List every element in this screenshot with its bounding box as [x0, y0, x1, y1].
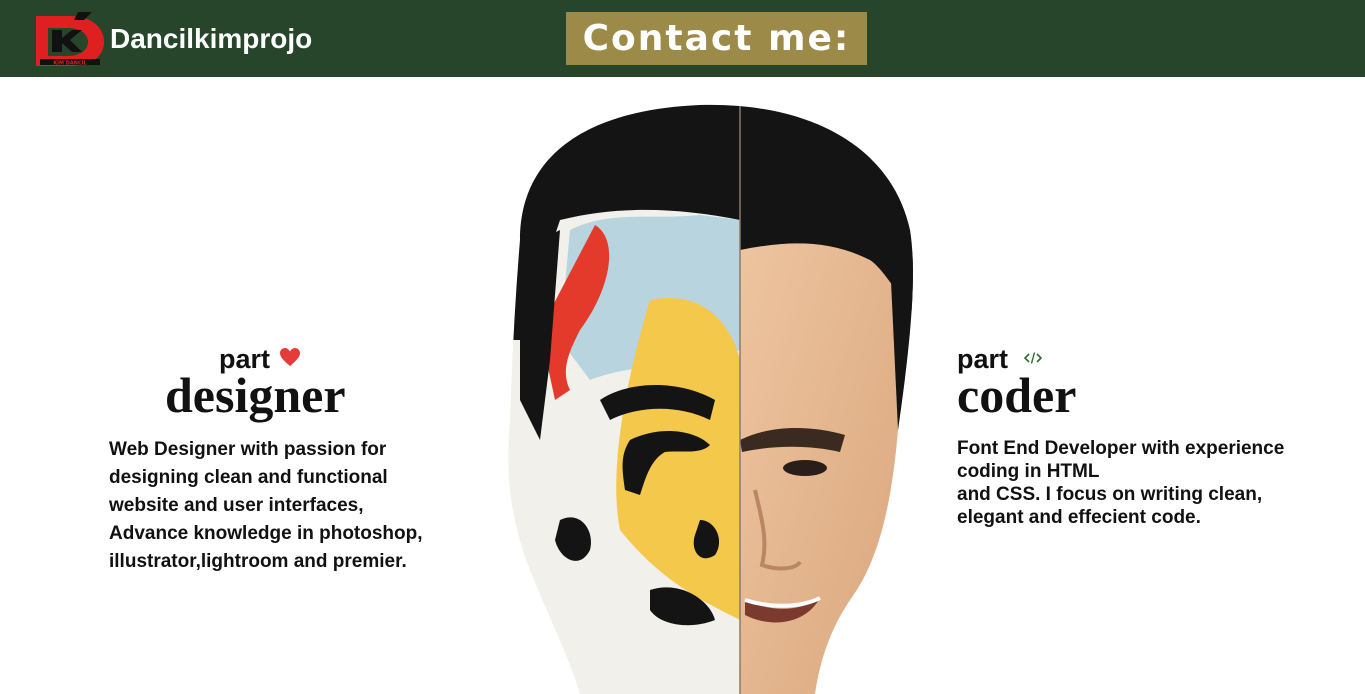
coder-desc-line: and CSS. I focus on writing clean,: [957, 484, 1263, 505]
contact-me-button[interactable]: Contact me:: [566, 12, 867, 65]
designer-heading: designer: [165, 367, 346, 423]
designer-desc-line: Advance knowledge in photoshop,: [109, 523, 423, 544]
site-brand-name[interactable]: Dancilkimprojo: [110, 21, 312, 57]
svg-text:KIM DANCIL: KIM DANCIL: [53, 61, 87, 67]
half-painted-face-portrait: [508, 104, 913, 694]
code-icon: [1024, 352, 1042, 364]
coder-desc-line: coding in HTML: [957, 461, 1100, 482]
coder-desc-line: elegant and effecient code.: [957, 507, 1201, 528]
coder-desc-line: Font End Developer with experience: [957, 438, 1285, 459]
designer-desc-line: Web Designer with passion for: [109, 439, 387, 460]
designer-desc-line: illustrator,lightroom and premier.: [109, 551, 407, 572]
dk-logo-icon[interactable]: KIM DANCIL: [34, 10, 106, 68]
page: KIM DANCIL Dancilkimprojo Contact me: pa…: [0, 0, 1365, 694]
designer-description: Web Designer with passion for designing …: [109, 436, 479, 576]
coder-heading: coder: [957, 367, 1077, 423]
designer-desc-line: designing clean and functional: [109, 467, 388, 488]
heart-icon: [280, 348, 300, 366]
header-bar: KIM DANCIL Dancilkimprojo Contact me:: [0, 0, 1365, 77]
designer-desc-line: website and user interfaces,: [109, 495, 364, 516]
coder-description: Font End Developer with experience codin…: [957, 437, 1337, 529]
